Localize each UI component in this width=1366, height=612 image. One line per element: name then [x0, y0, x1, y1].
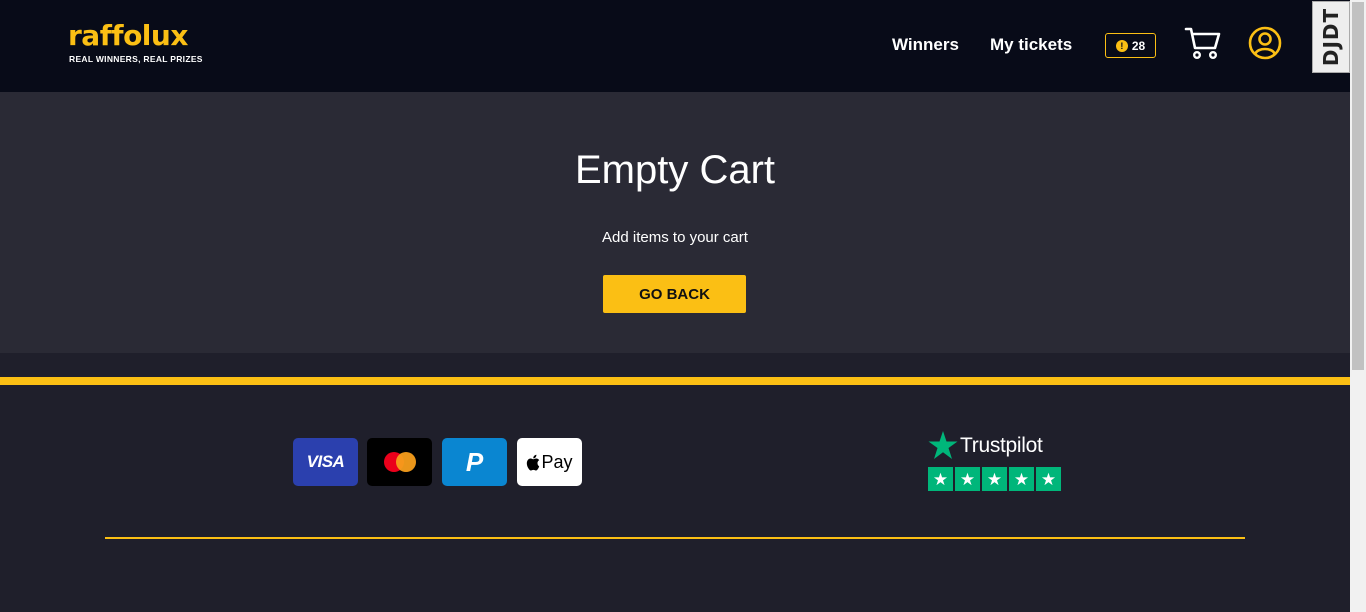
- debug-toolbar-handle[interactable]: DJDT: [1312, 1, 1350, 73]
- rating-star-icon: ★: [928, 467, 953, 491]
- section-spacer: [0, 353, 1350, 377]
- rating-star-icon: ★: [1009, 467, 1034, 491]
- site-footer: VISA P Pay Trustpilot ★ ★ ★ ★ ★: [0, 385, 1350, 612]
- logo-wordmark: raffolux: [68, 19, 188, 52]
- nav-my-tickets-link[interactable]: My tickets: [990, 34, 1072, 56]
- empty-cart-message: Add items to your cart: [602, 229, 748, 246]
- debug-toolbar-label: DJDT: [1319, 7, 1344, 67]
- empty-cart-section: Empty Cart Add items to your cart GO BAC…: [0, 92, 1350, 353]
- cart-icon: [1184, 27, 1221, 60]
- apple-icon: [527, 454, 540, 470]
- coin-count: 28: [1131, 38, 1146, 53]
- nav-winners-link[interactable]: Winners: [892, 34, 959, 56]
- coin-icon: !: [1115, 39, 1128, 52]
- apple-pay-text: Pay: [541, 451, 573, 472]
- scrollbar-thumb[interactable]: [1352, 2, 1364, 370]
- site-logo[interactable]: raffolux REAL WINNERS, REAL PRIZES: [68, 20, 208, 68]
- rating-star-icon: ★: [982, 467, 1007, 491]
- page-scrollbar[interactable]: [1350, 0, 1366, 612]
- apple-pay-logo: Pay: [517, 438, 582, 486]
- page-title: Empty Cart: [574, 148, 776, 192]
- paypal-logo: P: [442, 438, 507, 486]
- footer-divider: [105, 537, 1245, 539]
- trustpilot-name: Trustpilot: [960, 433, 1043, 457]
- trustpilot-widget[interactable]: Trustpilot ★ ★ ★ ★ ★: [928, 431, 1061, 493]
- mastercard-logo: [367, 438, 432, 486]
- visa-logo: VISA: [293, 438, 358, 486]
- trustpilot-header: Trustpilot: [928, 431, 1043, 460]
- user-circle-icon: [1248, 26, 1282, 60]
- rating-star-icon: ★: [955, 467, 980, 491]
- trustpilot-rating: ★ ★ ★ ★ ★: [928, 467, 1061, 491]
- trustpilot-star-icon: [928, 431, 958, 459]
- rating-star-icon: ★: [1036, 467, 1061, 491]
- mastercard-orange-circle: [395, 452, 416, 472]
- logo-tagline: REAL WINNERS, REAL PRIZES: [69, 54, 203, 64]
- footer-accent-band: [0, 377, 1350, 385]
- account-button[interactable]: [1248, 26, 1282, 60]
- site-header: raffolux REAL WINNERS, REAL PRIZES Winne…: [0, 0, 1350, 92]
- coin-balance-badge[interactable]: ! 28: [1105, 33, 1156, 58]
- go-back-button[interactable]: GO BACK: [603, 275, 746, 313]
- cart-button[interactable]: [1184, 26, 1222, 60]
